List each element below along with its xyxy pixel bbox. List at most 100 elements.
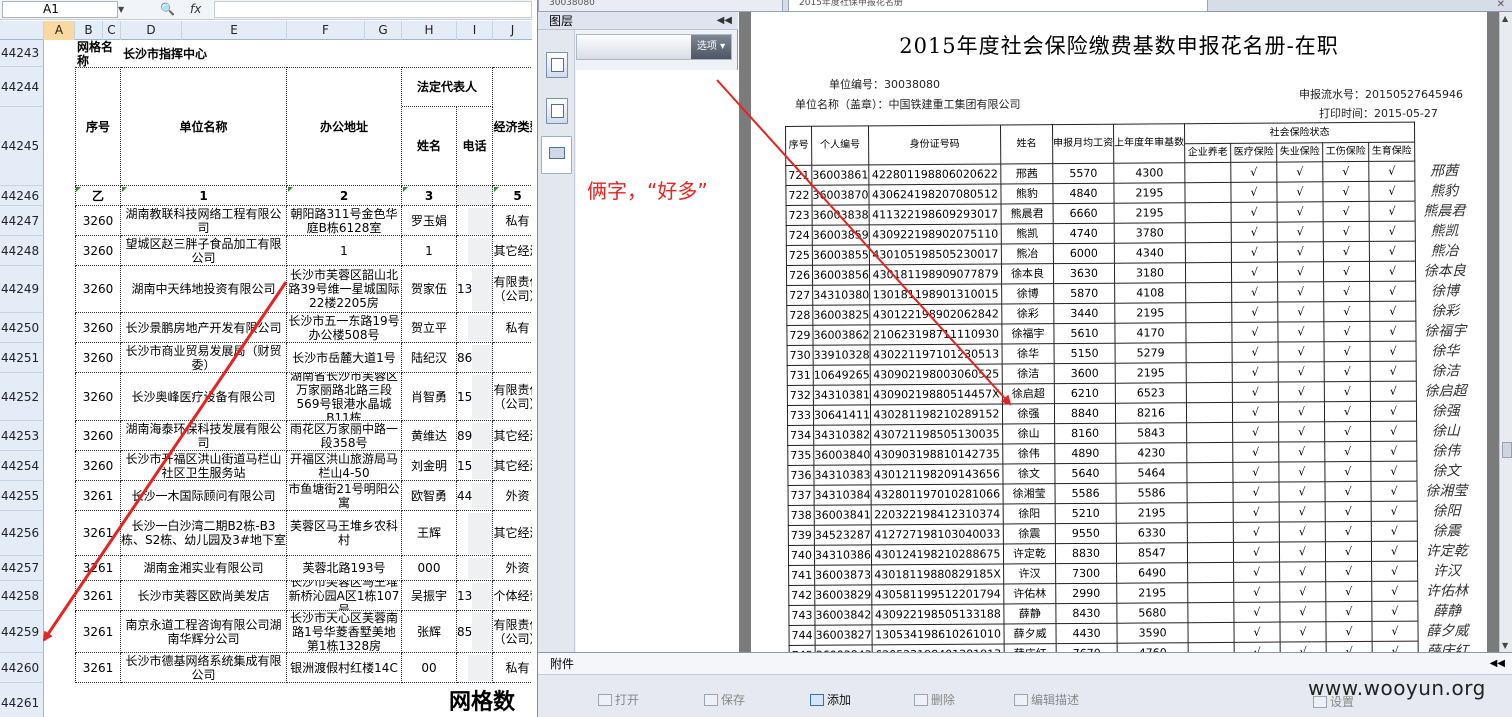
- record-phone-cell[interactable]: 13: [457, 581, 493, 611]
- record-econ-cell[interactable]: 私有: [493, 313, 532, 343]
- record-unit-cell[interactable]: 湖南中天纬地投资有限公司: [121, 266, 287, 313]
- zoom-icon[interactable]: 🔍: [160, 1, 175, 18]
- sheet-grid[interactable]: 网格名称长沙市指挥中心序号单位名称办公地址法定代表人姓名电话经济类型乙12353…: [44, 40, 532, 717]
- header-seq[interactable]: 序号: [75, 67, 121, 186]
- column-header-j[interactable]: J: [493, 21, 532, 40]
- record-code-cell[interactable]: 3261: [75, 581, 121, 611]
- formula-input[interactable]: [214, 1, 532, 18]
- row-header[interactable]: 44252: [0, 373, 44, 421]
- record-address-cell[interactable]: 芙蓉区马王堆乡农科村: [287, 511, 402, 556]
- collapse-left-icon[interactable]: ◀◀: [717, 12, 732, 30]
- record-address-cell[interactable]: 长沙市天心区芙蓉南路1号华菱香墅美地第1栋1328房: [287, 611, 402, 653]
- row-header[interactable]: 44260: [0, 653, 44, 683]
- record-address-cell[interactable]: 雨花区万家丽中路一段358号: [287, 421, 402, 451]
- record-name-cell[interactable]: 贺立平: [402, 313, 457, 343]
- row-header[interactable]: 44253: [0, 421, 44, 451]
- record-address-cell[interactable]: 湖南省长沙市芙蓉区万家丽路北路三段569号银港水晶城B11栋: [287, 373, 402, 421]
- record-phone-cell[interactable]: 13: [457, 266, 493, 313]
- column-header-a[interactable]: A: [44, 21, 75, 40]
- record-econ-cell[interactable]: [493, 343, 532, 373]
- record-name-cell[interactable]: 贺家伍: [402, 266, 457, 313]
- index-cell[interactable]: [457, 186, 493, 206]
- row-header[interactable]: 44254: [0, 451, 44, 481]
- record-code-cell[interactable]: 3260: [75, 236, 121, 266]
- record-code-cell[interactable]: 3260: [75, 373, 121, 421]
- record-unit-cell[interactable]: 湖南金湘实业有限公司: [121, 556, 287, 581]
- record-unit-cell[interactable]: 望城区赵三胖子食品加工有限公司: [121, 236, 287, 266]
- tab-document-2[interactable]: 2015年度社保申报花名册: [788, 0, 1208, 12]
- record-econ-cell[interactable]: 私有: [493, 206, 532, 236]
- header-rep-phone[interactable]: 电话: [457, 107, 493, 186]
- row-header[interactable]: 44246: [0, 186, 44, 206]
- header-unit-name[interactable]: 单位名称: [121, 67, 287, 186]
- column-header-i[interactable]: I: [457, 21, 493, 40]
- scrollbar-thumb[interactable]: [1502, 442, 1512, 458]
- next-grid-title[interactable]: 网格数: [422, 683, 532, 717]
- column-header-b[interactable]: B: [75, 21, 103, 40]
- record-name-cell[interactable]: 1: [402, 236, 457, 266]
- record-unit-cell[interactable]: 湖南海泰环保科技发展有限公司: [121, 421, 287, 451]
- record-econ-cell[interactable]: 其它经济: [493, 511, 532, 556]
- row-header[interactable]: 44261: [0, 683, 44, 717]
- record-name-cell[interactable]: 王辉: [402, 511, 457, 556]
- record-phone-cell[interactable]: 44: [457, 481, 493, 511]
- index-cell[interactable]: 3: [402, 186, 457, 206]
- record-phone-cell[interactable]: 85: [457, 611, 493, 653]
- record-econ-cell[interactable]: 有限责任（公司）: [493, 266, 532, 313]
- column-header-c[interactable]: C: [103, 21, 121, 40]
- grid-label-cell[interactable]: 网格名称: [75, 40, 121, 67]
- record-econ-cell[interactable]: 其它经济: [493, 451, 532, 481]
- row-header[interactable]: 44247: [0, 206, 44, 236]
- row-header[interactable]: 44245: [0, 107, 44, 186]
- vertical-scrollbar[interactable]: ▲ ▼: [1499, 12, 1512, 652]
- record-phone-cell[interactable]: [457, 556, 493, 581]
- record-phone-cell[interactable]: [457, 653, 493, 683]
- record-unit-cell[interactable]: 长沙市德基网络系统集成有限公司: [121, 653, 287, 683]
- record-name-cell[interactable]: 肖智勇: [402, 373, 457, 421]
- record-name-cell[interactable]: 罗玉娟: [402, 206, 457, 236]
- column-header-g[interactable]: G: [365, 21, 402, 40]
- header-econ-type[interactable]: 经济类型: [493, 67, 532, 186]
- collapse-right-icon[interactable]: ◀◀: [1490, 653, 1505, 675]
- record-phone-cell[interactable]: 86: [457, 343, 493, 373]
- record-name-cell[interactable]: 刘金明: [402, 451, 457, 481]
- record-address-cell[interactable]: 开福区洪山旅游局马栏山4-50: [287, 451, 402, 481]
- row-header[interactable]: 44257: [0, 556, 44, 581]
- record-econ-cell[interactable]: 有限责任（公司）: [493, 611, 532, 653]
- header-rep-name[interactable]: 姓名: [402, 107, 457, 186]
- index-cell[interactable]: 乙: [75, 186, 121, 206]
- header-legal-rep[interactable]: 法定代表人: [402, 67, 493, 107]
- edit-description-button[interactable]: 编辑描述: [1014, 691, 1079, 708]
- grid-name-cell[interactable]: 长沙市指挥中心: [121, 40, 402, 67]
- column-header-f[interactable]: F: [287, 21, 365, 40]
- record-code-cell[interactable]: 3261: [75, 556, 121, 581]
- record-unit-cell[interactable]: 长沙奥峰医疗设备有限公司: [121, 373, 287, 421]
- row-header[interactable]: 44250: [0, 313, 44, 343]
- record-name-cell[interactable]: 00: [402, 653, 457, 683]
- row-header[interactable]: 44243: [0, 40, 44, 67]
- row-header[interactable]: 44259: [0, 611, 44, 653]
- record-econ-cell[interactable]: 私有: [493, 653, 532, 683]
- record-address-cell[interactable]: 长沙市芙蓉区韶山北路39号维一星城国际22楼2205房: [287, 266, 402, 313]
- record-phone-cell[interactable]: 15: [457, 451, 493, 481]
- layers-icon[interactable]: [541, 136, 572, 174]
- tab-document-1[interactable]: 30038080: [538, 0, 783, 12]
- record-address-cell[interactable]: 银洲渡假村红楼14C: [287, 653, 402, 683]
- open-button[interactable]: 打开: [598, 691, 639, 708]
- select-all-corner[interactable]: [0, 21, 44, 40]
- record-unit-cell[interactable]: 湖南教联科技网络工程有限公司: [121, 206, 287, 236]
- save-button[interactable]: 保存: [704, 691, 745, 708]
- index-cell[interactable]: 2: [287, 186, 402, 206]
- record-phone-cell[interactable]: [457, 511, 493, 556]
- record-econ-cell[interactable]: 外资: [493, 556, 532, 581]
- close-icon[interactable]: ✕: [1497, 0, 1505, 10]
- row-header[interactable]: 44248: [0, 236, 44, 266]
- record-phone-cell[interactable]: [457, 236, 493, 266]
- row-header[interactable]: 44251: [0, 343, 44, 373]
- record-unit-cell[interactable]: 长沙市芙蓉区欧尚美发店: [121, 581, 287, 611]
- record-econ-cell[interactable]: 其它经济: [493, 421, 532, 451]
- record-econ-cell[interactable]: 有限责任（公司）: [493, 373, 532, 421]
- record-address-cell[interactable]: 长沙市五一东路19号办公楼508号: [287, 313, 402, 343]
- record-econ-cell[interactable]: 外资: [493, 481, 532, 511]
- record-unit-cell[interactable]: 长沙景鹏房地产开发有限公司: [121, 313, 287, 343]
